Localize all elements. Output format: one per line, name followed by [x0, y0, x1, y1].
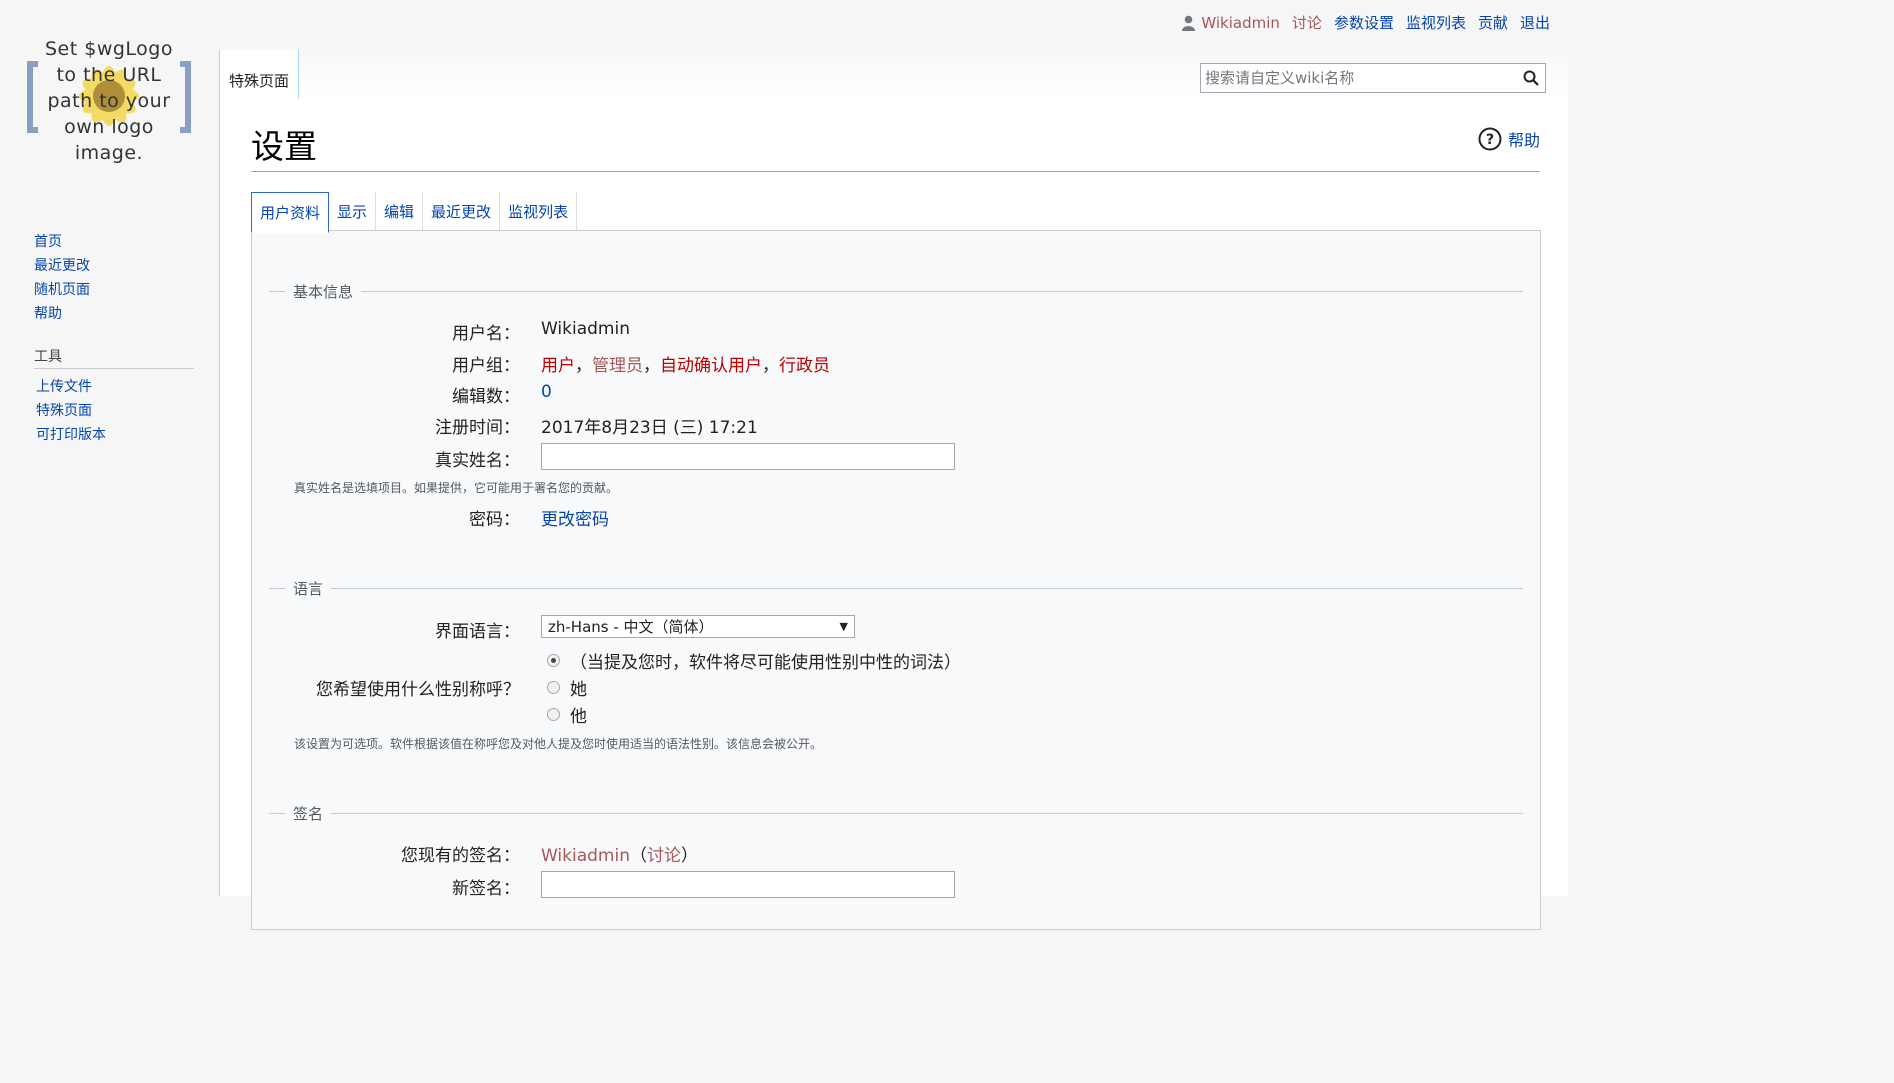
groups-label: 用户组： — [452, 356, 520, 376]
current-signature-row: 您现有的签名： Wikiadmin（讨论） — [252, 841, 1540, 869]
user-talk-link[interactable]: 讨论 — [1292, 12, 1322, 33]
username-row: 用户名： Wikiadmin — [252, 319, 1540, 347]
current-signature-value: Wikiadmin（讨论） — [541, 846, 698, 866]
username-label: 用户名： — [452, 324, 520, 344]
tab-watchlist[interactable]: 监视列表 — [500, 192, 578, 230]
basic-info-legend: 基本信息 — [269, 281, 1523, 301]
tab-recent-changes[interactable]: 最近更改 — [423, 192, 501, 230]
ui-language-label: 界面语言： — [435, 622, 520, 642]
logo-line: path to your — [47, 90, 171, 112]
sidebar-item-help[interactable]: 帮助 — [34, 306, 62, 322]
gender-option-male[interactable]: 他 — [547, 702, 587, 727]
gender-option-label: 他 — [570, 707, 587, 727]
dropdown-arrow-icon: ▼ — [839, 620, 848, 633]
edit-count-row: 编辑数： 0 — [252, 382, 1540, 410]
tab-editing[interactable]: 编辑 — [376, 192, 424, 230]
personal-tools: Wikiadmin 讨论 参数设置 监视列表 贡献 退出 — [1182, 12, 1550, 33]
sidebar-item-special-pages[interactable]: 特殊页面 — [36, 403, 92, 419]
help-label[interactable]: 帮助 — [1508, 127, 1540, 151]
change-password-link[interactable]: 更改密码 — [541, 505, 609, 530]
ui-language-row: 界面语言： — [252, 617, 1540, 645]
password-row: 密码： 更改密码 — [252, 505, 1540, 533]
realname-input[interactable] — [541, 443, 955, 470]
groups-row: 用户组： 用户，管理员，自动确认用户，行政员 — [252, 351, 1540, 379]
legend-text: 签名 — [293, 804, 324, 823]
search-icon[interactable] — [1523, 70, 1539, 86]
sidebar: 首页 最近更改 随机页面 帮助 工具 上传文件 特殊页面 可打印版本 — [0, 230, 219, 447]
sidebar-item-upload-file[interactable]: 上传文件 — [36, 379, 92, 395]
sidebar-item-random-page[interactable]: 随机页面 — [34, 282, 90, 298]
help-icon[interactable]: ? — [1478, 127, 1502, 151]
realname-label: 真实姓名： — [435, 451, 520, 471]
edit-count-value[interactable]: 0 — [541, 382, 552, 402]
preferences-link[interactable]: 参数设置 — [1334, 12, 1394, 33]
logout-link[interactable]: 退出 — [1520, 12, 1550, 33]
registration-row: 注册时间： 2017年8月23日 (三) 17:21 — [252, 413, 1540, 441]
preference-tabs: 用户资料 显示 编辑 最近更改 监视列表 — [251, 192, 578, 233]
search-input[interactable] — [1201, 64, 1519, 92]
gender-option-label: 她 — [570, 680, 587, 700]
svg-text:?: ? — [1486, 132, 1494, 148]
new-signature-input[interactable] — [541, 871, 955, 898]
search-box — [1200, 63, 1546, 93]
sidebar-item-main-page[interactable]: 首页 — [34, 234, 62, 250]
help-link[interactable]: ? 帮助 — [1478, 127, 1540, 151]
logo-line: image. — [74, 142, 144, 164]
page-title: 设置 — [251, 123, 1540, 172]
contributions-link[interactable]: 贡献 — [1478, 12, 1508, 33]
ui-language-value: zh-Hans - 中文（简体） — [548, 618, 714, 636]
gender-help-text: 该设置为可选项。软件根据该值在称呼您及对他人提及您时使用适当的语法性别。该信息会… — [294, 737, 823, 751]
groups-value: 用户，管理员，自动确认用户，行政员 — [541, 356, 830, 376]
watchlist-link[interactable]: 监视列表 — [1406, 12, 1466, 33]
radio-button[interactable] — [547, 654, 560, 667]
registration-label: 注册时间： — [435, 418, 520, 438]
gender-row: 您希望使用什么性别称呼？ — [252, 675, 1540, 703]
gender-option-female[interactable]: 她 — [547, 675, 587, 700]
preferences-panel: 基本信息 用户名： Wikiadmin 用户组： 用户，管理员，自动确认用户，行… — [251, 230, 1541, 930]
group-link-bureaucrat[interactable]: 行政员 — [779, 356, 830, 376]
ui-language-select[interactable]: zh-Hans - 中文（简体） ▼ — [541, 615, 855, 638]
tab-appearance[interactable]: 显示 — [329, 192, 377, 230]
new-signature-label: 新签名： — [452, 879, 520, 899]
tab-user-profile[interactable]: 用户资料 — [251, 192, 330, 233]
gender-option-neutral[interactable]: （当提及您时，软件将尽可能使用性别中性的词法） — [547, 648, 961, 673]
legend-text: 基本信息 — [293, 282, 354, 301]
signature-user-link[interactable]: Wikiadmin — [541, 846, 630, 866]
signature-legend: 签名 — [269, 803, 1523, 823]
language-legend: 语言 — [269, 578, 1523, 598]
password-label: 密码： — [469, 510, 520, 530]
user-icon — [1182, 15, 1196, 31]
logo-line: to the URL — [56, 64, 162, 86]
sidebar-item-recent-changes[interactable]: 最近更改 — [34, 258, 90, 274]
group-link-sysop[interactable]: 管理员 — [592, 356, 643, 376]
logo-caption: Set $wgLogo to the URL path to your own … — [24, 36, 194, 166]
header-bar: 特殊页面 — [219, 40, 1568, 100]
realname-help-text: 真实姓名是选填项目。如果提供，它可能用于署名您的贡献。 — [294, 481, 619, 495]
group-link-autoconfirmed[interactable]: 自动确认用户 — [660, 356, 762, 376]
logo-line: Set $wgLogo — [45, 38, 173, 60]
signature-talk-link[interactable]: 讨论 — [647, 846, 681, 866]
edit-count-label: 编辑数： — [452, 387, 520, 407]
logo-line: own logo — [64, 116, 154, 138]
sidebar-navigation: 首页 最近更改 随机页面 帮助 — [0, 230, 219, 326]
main-content: 设置 ? 帮助 用户资料 显示 编辑 最近更改 监视列表 基本信息 用户名： W… — [219, 99, 1568, 930]
user-page-link[interactable]: Wikiadmin — [1201, 14, 1280, 32]
current-signature-label: 您现有的签名： — [401, 846, 520, 866]
radio-button[interactable] — [547, 681, 560, 694]
radio-button[interactable] — [547, 708, 560, 721]
legend-text: 语言 — [293, 579, 324, 598]
sidebar-tools-heading: 工具 — [34, 346, 194, 369]
site-logo[interactable]: Set $wgLogo to the URL path to your own … — [24, 34, 194, 164]
group-link-user[interactable]: 用户 — [541, 356, 575, 376]
registration-value: 2017年8月23日 (三) 17:21 — [541, 418, 758, 438]
username-value: Wikiadmin — [541, 319, 630, 339]
sidebar-tools: 上传文件 特殊页面 可打印版本 — [0, 375, 219, 447]
gender-option-label: （当提及您时，软件将尽可能使用性别中性的词法） — [570, 653, 961, 673]
tab-special-page[interactable]: 特殊页面 — [219, 50, 299, 99]
sidebar-item-printable-version[interactable]: 可打印版本 — [36, 427, 106, 443]
gender-label: 您希望使用什么性别称呼？ — [316, 680, 520, 700]
